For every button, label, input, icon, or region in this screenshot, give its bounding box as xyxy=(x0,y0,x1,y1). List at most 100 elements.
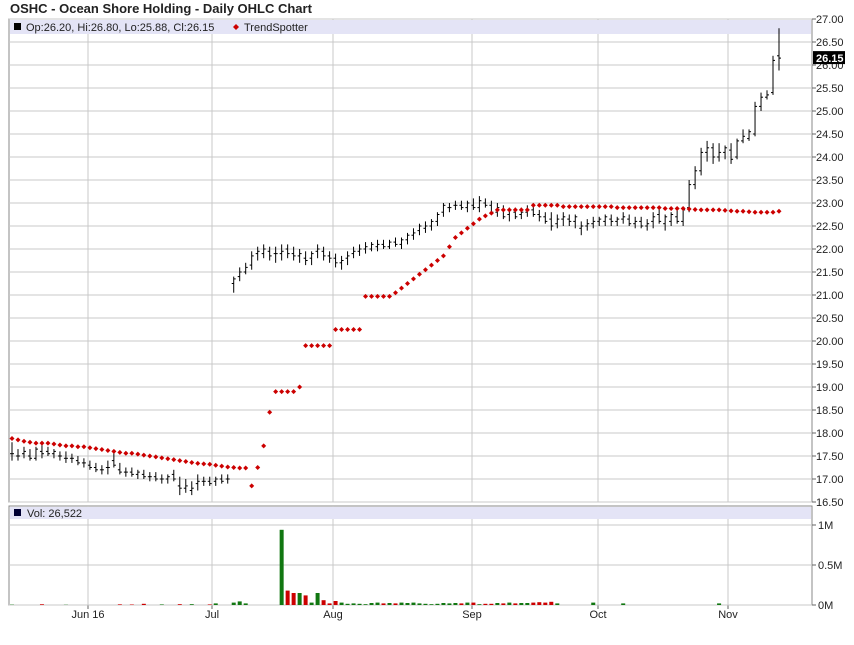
volume-tick-label: 0M xyxy=(818,600,833,612)
volume-bar xyxy=(237,601,242,605)
volume-bar xyxy=(333,601,338,605)
volume-bar xyxy=(507,602,512,605)
volume-bar xyxy=(399,602,404,605)
volume-bar xyxy=(483,603,488,605)
volume-bar xyxy=(393,603,398,605)
volume-bar xyxy=(459,603,464,605)
volume-bar xyxy=(321,600,326,605)
y-tick-label: 16.50 xyxy=(816,497,844,509)
volume-bar xyxy=(189,604,194,605)
volume-bar xyxy=(621,603,626,605)
y-tick-label: 27.00 xyxy=(816,14,844,26)
volume-bar xyxy=(519,603,524,605)
volume-bar xyxy=(465,602,470,605)
trendspotter-legend-text: TrendSpotter xyxy=(244,22,308,34)
x-tick-label: Jun 16 xyxy=(71,609,104,621)
x-tick-label: Sep xyxy=(462,609,482,621)
y-tick-label: 26.50 xyxy=(816,37,844,49)
x-tick-label: Nov xyxy=(718,609,738,621)
volume-bar xyxy=(39,604,44,605)
volume-bar xyxy=(279,529,284,605)
y-tick-label: 18.50 xyxy=(816,405,844,417)
volume-bar xyxy=(495,603,500,605)
volume-bar xyxy=(357,603,362,605)
volume-bar xyxy=(525,603,530,605)
price-panel xyxy=(8,18,813,503)
volume-bar xyxy=(381,603,386,605)
volume-bar xyxy=(339,602,344,605)
volume-bar xyxy=(435,603,440,605)
volume-bar xyxy=(537,602,542,605)
volume-bar xyxy=(501,603,506,605)
volume-bar xyxy=(441,603,446,605)
volume-bar xyxy=(141,603,146,605)
x-tick-label: Aug xyxy=(323,609,343,621)
volume-legend-text: Vol: 26,522 xyxy=(27,508,82,520)
volume-bar xyxy=(243,603,248,605)
y-tick-label: 22.00 xyxy=(816,244,844,256)
volume-bar xyxy=(405,603,410,605)
volume-bar xyxy=(297,593,302,605)
volume-bar xyxy=(159,604,164,605)
volume-bar xyxy=(591,602,596,605)
volume-tick-label: 1M xyxy=(818,520,833,532)
volume-bar xyxy=(471,602,476,605)
last-price-label: 26.15 xyxy=(816,53,844,65)
volume-bar xyxy=(285,590,290,605)
x-tick-label: Jul xyxy=(205,609,219,621)
volume-bar xyxy=(429,604,434,605)
volume-bar xyxy=(213,603,218,605)
ohlc-legend-text: Op:26.20, Hi:26.80, Lo:25.88, Cl:26.15 xyxy=(26,22,214,34)
y-tick-label: 17.50 xyxy=(816,451,844,463)
volume-legend-swatch xyxy=(14,509,21,516)
volume-bar xyxy=(375,602,380,605)
volume-bar xyxy=(453,603,458,605)
volume-bar xyxy=(549,601,554,605)
y-tick-label: 21.00 xyxy=(816,290,844,302)
y-tick-label: 25.00 xyxy=(816,106,844,118)
volume-bar xyxy=(315,593,320,605)
volume-bar xyxy=(345,603,350,605)
y-tick-label: 18.00 xyxy=(816,428,844,440)
volume-bar xyxy=(417,603,422,605)
volume-bar xyxy=(369,603,374,605)
y-tick-label: 24.00 xyxy=(816,152,844,164)
volume-panel xyxy=(8,505,813,606)
volume-bar xyxy=(117,604,122,605)
y-tick-label: 23.00 xyxy=(816,198,844,210)
y-tick-label: 22.50 xyxy=(816,221,844,233)
volume-bar xyxy=(309,602,314,605)
volume-bar xyxy=(363,604,368,605)
volume-bar xyxy=(513,603,518,605)
volume-bar xyxy=(291,593,296,605)
y-tick-label: 19.00 xyxy=(816,382,844,394)
volume-bar xyxy=(447,603,452,605)
volume-bar xyxy=(543,602,548,605)
volume-bar xyxy=(303,595,308,605)
x-tick-label: Oct xyxy=(589,609,606,621)
volume-bar xyxy=(177,604,182,605)
volume-legend xyxy=(10,507,811,519)
volume-bar xyxy=(207,604,212,605)
volume-bar xyxy=(477,604,482,605)
y-tick-label: 23.50 xyxy=(816,175,844,187)
y-tick-label: 20.50 xyxy=(816,313,844,325)
volume-tick-label: 0.5M xyxy=(818,560,842,572)
ohlc-legend-swatch xyxy=(14,23,21,30)
y-tick-label: 21.50 xyxy=(816,267,844,279)
volume-bar xyxy=(387,603,392,605)
volume-bar xyxy=(717,603,722,605)
y-tick-label: 17.00 xyxy=(816,474,844,486)
volume-bar xyxy=(555,603,560,605)
volume-bar xyxy=(351,603,356,605)
volume-bar xyxy=(489,603,494,605)
volume-bar xyxy=(411,602,416,605)
y-tick-label: 20.00 xyxy=(816,336,844,348)
y-tick-label: 24.50 xyxy=(816,129,844,141)
volume-bar xyxy=(531,602,536,605)
volume-bar xyxy=(231,602,236,605)
y-tick-label: 25.50 xyxy=(816,83,844,95)
volume-bar xyxy=(327,603,332,605)
y-tick-label: 19.50 xyxy=(816,359,844,371)
ohlc-chart: Jun 16 Jul Aug Sep Oct Nov 16.50 17.00 17.50 18.0… xyxy=(8,14,845,621)
